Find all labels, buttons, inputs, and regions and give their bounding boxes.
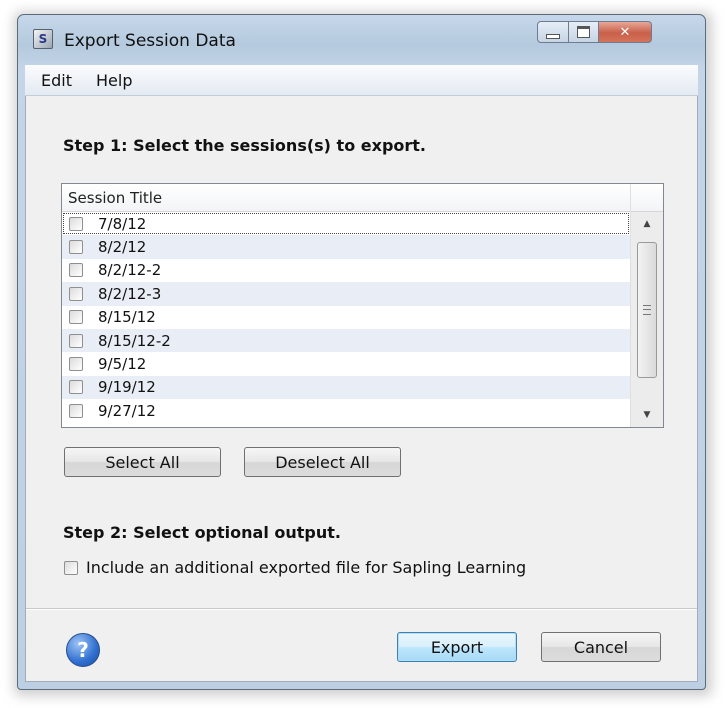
session-title: 9/5/12 [98,355,147,374]
session-rows: 7/8/12 8/2/12 8/2/12-2 8/2/12-3 8/15/12 [62,212,630,423]
session-checkbox[interactable] [69,310,83,325]
session-title: 8/15/12-2 [98,331,171,350]
session-title: 9/19/12 [98,378,156,397]
session-title: 8/15/12 [98,308,156,327]
session-checkbox[interactable] [69,286,83,301]
list-item[interactable]: 7/8/12 [62,212,630,235]
header-separator [630,184,631,212]
select-all-button[interactable]: Select All [64,447,221,477]
list-item[interactable]: 9/5/12 [62,352,630,375]
maximize-button[interactable] [569,21,599,43]
list-scrollbar[interactable]: ▲ ▼ [630,212,663,427]
sapling-checkbox[interactable] [64,560,78,575]
list-item[interactable]: 8/2/12-2 [62,259,630,282]
session-title: 8/2/12 [98,238,147,257]
sapling-option-label: Include an additional exported file for … [86,558,527,577]
session-checkbox[interactable] [69,240,83,255]
minimize-icon [546,33,560,39]
app-icon: S [33,29,53,49]
menu-edit[interactable]: Edit [41,71,72,90]
session-title: 9/27/12 [98,401,156,420]
session-checkbox[interactable] [69,263,83,278]
scrollbar-thumb[interactable] [637,242,657,378]
step1-label: Step 1: Select the sessions(s) to export… [63,136,426,155]
footer-divider [26,608,697,610]
session-checkbox[interactable] [69,333,83,348]
list-item[interactable]: 8/2/12-3 [62,282,630,306]
session-title: 7/8/12 [98,214,147,233]
session-checkbox[interactable] [69,380,83,395]
scroll-up-arrow-icon[interactable]: ▲ [631,219,663,229]
session-checkbox[interactable] [69,403,83,418]
grip-icon [643,305,651,315]
title-bar[interactable]: S Export Session Data ✕ [18,15,705,63]
sapling-option[interactable]: Include an additional exported file for … [64,558,526,577]
step2-label: Step 2: Select optional output. [63,523,341,542]
list-item[interactable]: 8/15/12-2 [62,328,630,353]
session-title: 8/2/12-3 [98,284,162,303]
export-button[interactable]: Export [397,632,517,662]
cancel-button[interactable]: Cancel [541,632,661,662]
column-header-session-title[interactable]: Session Title [68,189,162,207]
export-session-dialog: S Export Session Data ✕ Edit Help Step 1… [17,14,706,690]
menu-bar: Edit Help [25,65,698,96]
session-title: 8/2/12-2 [98,261,162,280]
session-checkbox[interactable] [69,216,83,231]
list-header: Session Title [62,184,663,212]
deselect-all-button[interactable]: Deselect All [244,447,401,477]
session-checkbox[interactable] [69,357,83,372]
minimize-button[interactable] [537,21,569,43]
list-item[interactable]: 8/2/12 [62,235,630,259]
dialog-body: Step 1: Select the sessions(s) to export… [25,96,698,682]
session-list[interactable]: Session Title 7/8/12 8/2/12 8/2/12-2 8/2… [61,183,664,428]
list-item[interactable]: 9/27/12 [62,399,630,422]
window-title: Export Session Data [64,31,236,51]
close-button[interactable]: ✕ [599,21,652,43]
close-icon: ✕ [619,24,631,40]
list-item[interactable]: 9/19/12 [62,375,630,400]
menu-help[interactable]: Help [96,71,132,90]
scroll-down-arrow-icon[interactable]: ▼ [631,410,663,420]
maximize-icon [577,26,590,38]
list-item[interactable]: 8/15/12 [62,306,630,329]
help-icon[interactable]: ? [66,633,100,667]
help-glyph: ? [77,638,89,662]
